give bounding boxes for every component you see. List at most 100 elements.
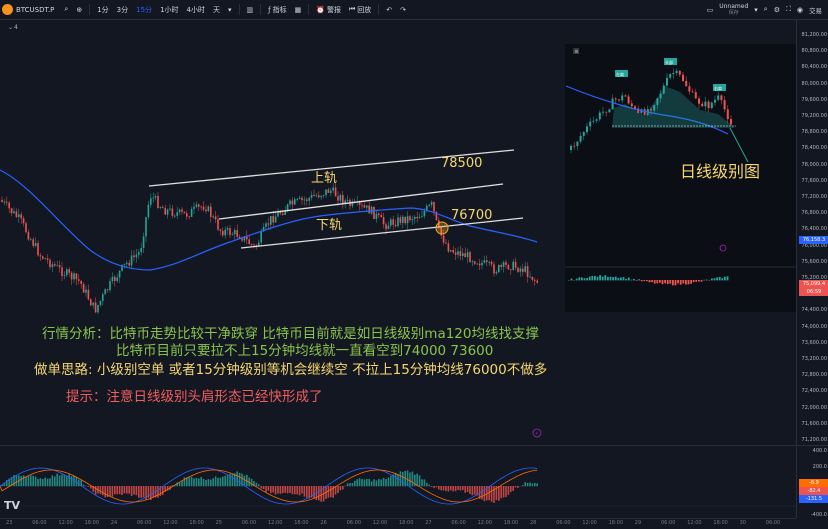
macd-bar xyxy=(416,474,418,487)
time-axis[interactable]: 2306:0012:0018:002406:0012:0018:002506:0… xyxy=(0,518,796,529)
main-candles xyxy=(1,183,538,314)
macd-bar xyxy=(368,479,370,486)
macd-bar xyxy=(102,486,104,495)
layout-name: Unnamed xyxy=(719,3,748,10)
replay-button[interactable]: ⏮ 回放 xyxy=(345,5,375,15)
layout-name-button[interactable]: Unnamed 保存 xyxy=(719,3,748,17)
candle-body xyxy=(28,232,30,239)
candle-body xyxy=(520,269,522,272)
inset-macd-bar xyxy=(581,277,583,280)
macd-bar xyxy=(371,481,373,486)
price-axis[interactable]: 81,200.0080,800.0080,400.0080,000.0079,6… xyxy=(796,20,828,518)
candle-body xyxy=(385,224,387,229)
candle-body xyxy=(23,218,25,223)
candle-body xyxy=(452,250,454,252)
candle-body xyxy=(198,205,200,207)
macd-bar xyxy=(47,479,49,487)
interval-1d[interactable]: 天 xyxy=(209,5,224,15)
candle-body xyxy=(164,208,166,215)
camera-icon[interactable]: ◉ xyxy=(797,6,803,14)
macd-bar xyxy=(373,479,375,486)
candle-body xyxy=(282,214,284,215)
macd-bar xyxy=(88,486,90,487)
time-tick: 29 xyxy=(635,520,641,526)
search-icon[interactable]: ⌕ xyxy=(60,5,72,14)
candle-body xyxy=(464,253,466,257)
inset-macd-bar xyxy=(682,280,684,283)
chevron-down-icon[interactable]: ▾ xyxy=(224,6,236,14)
redo-icon[interactable]: ↷ xyxy=(396,6,410,14)
time-tick: 18:00 xyxy=(713,520,727,526)
candle-body xyxy=(484,260,486,262)
chart-canvas[interactable]: 上轨 下轨 78500 76700 ▣ 左肩 头部 右肩 日线级别图 ⚡ xyxy=(0,20,796,518)
symbol-selector[interactable]: BTCUSDT.P xyxy=(0,4,60,15)
replay-label: 回放 xyxy=(357,5,371,15)
macd-bar xyxy=(121,486,123,495)
divider xyxy=(89,4,90,15)
candle-body xyxy=(109,281,111,290)
macd-bar xyxy=(191,477,193,487)
candle-body xyxy=(265,223,267,227)
candle-body xyxy=(152,198,154,199)
candle-body xyxy=(35,243,37,246)
candle-body xyxy=(301,198,303,200)
inset-macd-bar xyxy=(578,277,580,280)
candle-body xyxy=(272,216,274,222)
price-tick: 72,800.00 xyxy=(802,372,827,378)
alert-button[interactable]: ⏰ 警报 xyxy=(312,5,345,15)
inset-settings-icon: ▣ xyxy=(573,47,580,55)
candle-body xyxy=(431,202,433,205)
fullscreen-icon[interactable]: ⛶ xyxy=(786,5,791,14)
bar-type-icon[interactable]: ▥ xyxy=(243,6,258,14)
chevron-down-icon[interactable]: ▾ xyxy=(754,6,758,14)
indicators-button[interactable]: ƒ 指标 xyxy=(264,5,290,15)
candle-body xyxy=(128,263,130,266)
search-icon[interactable]: ⌕ xyxy=(764,5,768,14)
gear-icon[interactable]: ⚙ xyxy=(774,6,780,14)
interval-1h[interactable]: 1小时 xyxy=(156,5,182,15)
interval-3m[interactable]: 3分 xyxy=(113,5,132,15)
interval-4h[interactable]: 4小时 xyxy=(183,5,209,15)
time-tick: 25 xyxy=(216,520,222,526)
candle-body xyxy=(296,199,298,200)
macd-bar xyxy=(68,474,70,486)
macd-bar xyxy=(28,476,30,487)
add-compare-icon[interactable]: ⊕ xyxy=(72,6,86,14)
price-tick: 74,000.00 xyxy=(802,324,827,330)
layout-icon[interactable]: ▭ xyxy=(707,6,714,14)
candle-body xyxy=(88,290,90,300)
macd-bar xyxy=(431,486,433,487)
candle-body xyxy=(328,189,330,192)
candle-body xyxy=(212,216,214,217)
interval-15m[interactable]: 15分 xyxy=(132,5,156,15)
macd-bar xyxy=(49,478,51,486)
candle-body xyxy=(160,207,162,208)
undo-icon[interactable]: ↶ xyxy=(382,6,396,14)
inset-macd-bar xyxy=(664,280,666,283)
inset-macd-bar xyxy=(623,277,625,280)
inset-candle-body xyxy=(714,100,716,103)
pane-divider[interactable] xyxy=(0,445,828,446)
macd-bar xyxy=(20,476,22,486)
candle-body xyxy=(232,234,234,235)
price-tick: 80,000.00 xyxy=(802,81,827,87)
price-tick: 80,800.00 xyxy=(802,48,827,54)
templates-icon[interactable]: ▦ xyxy=(291,6,306,14)
macd-bar xyxy=(481,486,483,499)
interval-1m[interactable]: 1分 xyxy=(93,5,112,15)
inset-macd-bar xyxy=(625,279,627,281)
macd-bar xyxy=(119,486,121,494)
macd-bar xyxy=(448,486,450,491)
price-tick: 76,800.00 xyxy=(802,210,827,216)
chart-pane[interactable]: 上轨 下轨 78500 76700 ▣ 左肩 头部 右肩 日线级别图 ⚡ xyxy=(0,20,796,518)
macd-bar xyxy=(328,486,330,498)
symbol-name: BTCUSDT.P xyxy=(16,6,54,14)
candle-body xyxy=(481,263,483,265)
candle-body xyxy=(200,207,202,208)
macd-bar xyxy=(227,475,229,487)
macd-bar xyxy=(512,486,514,491)
macd-bar xyxy=(505,486,507,497)
trade-button[interactable]: 交易 xyxy=(809,5,822,15)
candle-body xyxy=(308,198,310,201)
candle-body xyxy=(193,207,195,209)
